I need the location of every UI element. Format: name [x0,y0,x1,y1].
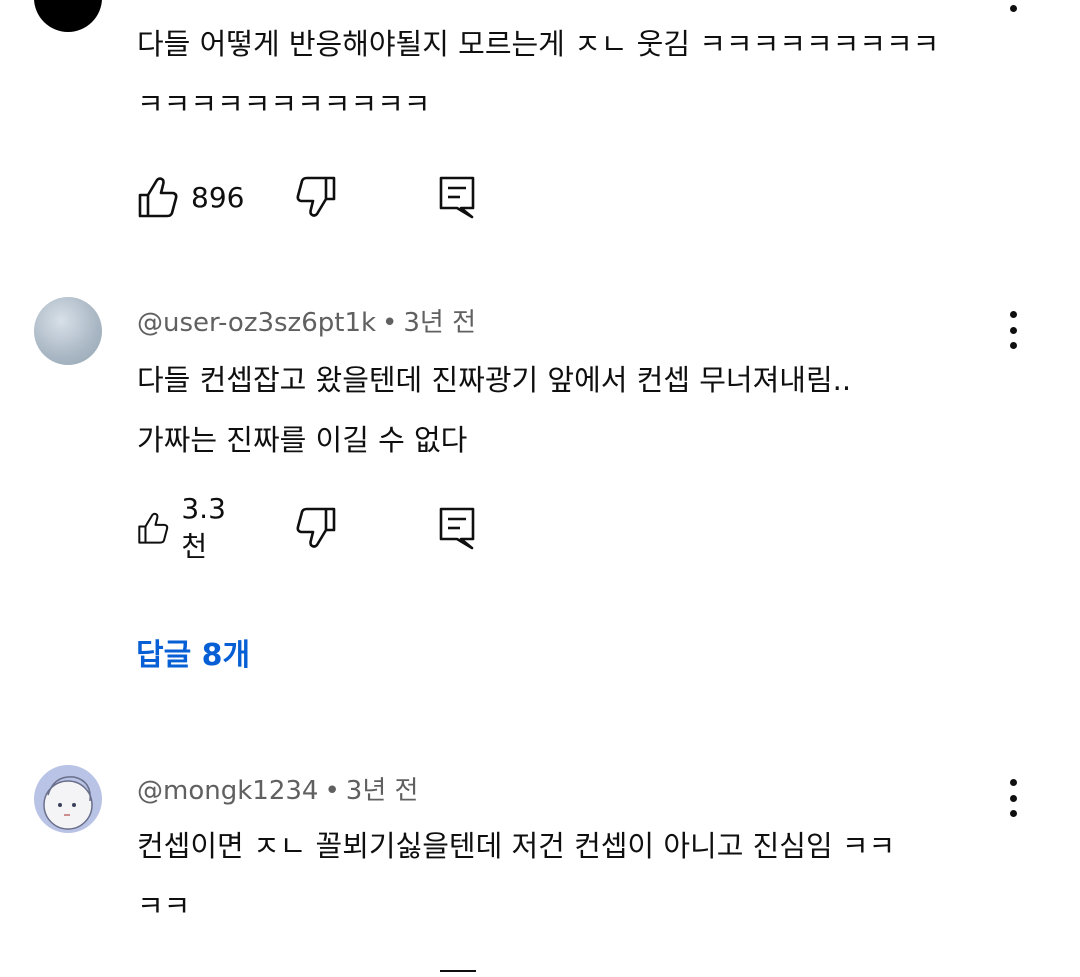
comment-text: 컨셉이면 ㅈㄴ 꼴뵈기싫을텐데 저건 컨셉이 아니고 진심임 ㅋㅋ ㅋㅋ [137,829,896,923]
avatar[interactable] [34,765,102,833]
reply-button[interactable] [437,504,477,552]
thumbs-down-icon [296,507,336,548]
comment-meta: @mongk1234 • 3년 전 [137,770,418,807]
dislike-button[interactable] [295,504,337,552]
like-count: 896 [191,180,245,214]
timestamp: 3년 전 [403,308,477,338]
dislike-button[interactable] [295,173,337,221]
timestamp: 3년 전 [345,776,419,806]
more-vert-icon [1009,311,1017,318]
avatar[interactable] [34,297,102,365]
like-count: 3.3천 [181,491,226,563]
author-name[interactable]: @user-oz3sz6pt1k [137,308,376,338]
reply-icon [440,970,476,977]
thumbs-up-icon [138,177,178,218]
like-button[interactable]: 3.3천 [137,492,236,563]
author-name[interactable]: @mongk1234 [137,776,318,806]
reply-icon [439,507,475,550]
separator: • [382,308,398,338]
avatar-illustration [43,776,93,830]
more-options-button[interactable] [996,775,1030,821]
reply-button[interactable] [437,173,477,221]
comment-text: 다들 컨셉잡고 왔을텐데 진짜광기 앞에서 컨셉 무너져내림.. 가짜는 진짜를… [137,363,852,457]
comment-meta: @user-oz3sz6pt1k • 3년 전 [137,302,476,339]
thumbs-down-icon [296,176,336,217]
avatar[interactable] [34,0,102,32]
reply-icon [439,176,475,219]
view-replies-button[interactable]: 답글 8개 [136,630,250,674]
like-button[interactable]: 896 [137,173,244,221]
more-options-button[interactable] [996,307,1030,353]
separator: • [324,776,340,806]
more-vert-icon [1009,779,1017,786]
thumbs-up-icon [138,512,169,544]
comment-text: 다들 어떻게 반응해야될지 모르는게 ㅈㄴ 웃김 ㅋㅋㅋㅋㅋㅋㅋㅋㅋ ㅋㅋㅋㅋㅋ… [137,27,940,121]
